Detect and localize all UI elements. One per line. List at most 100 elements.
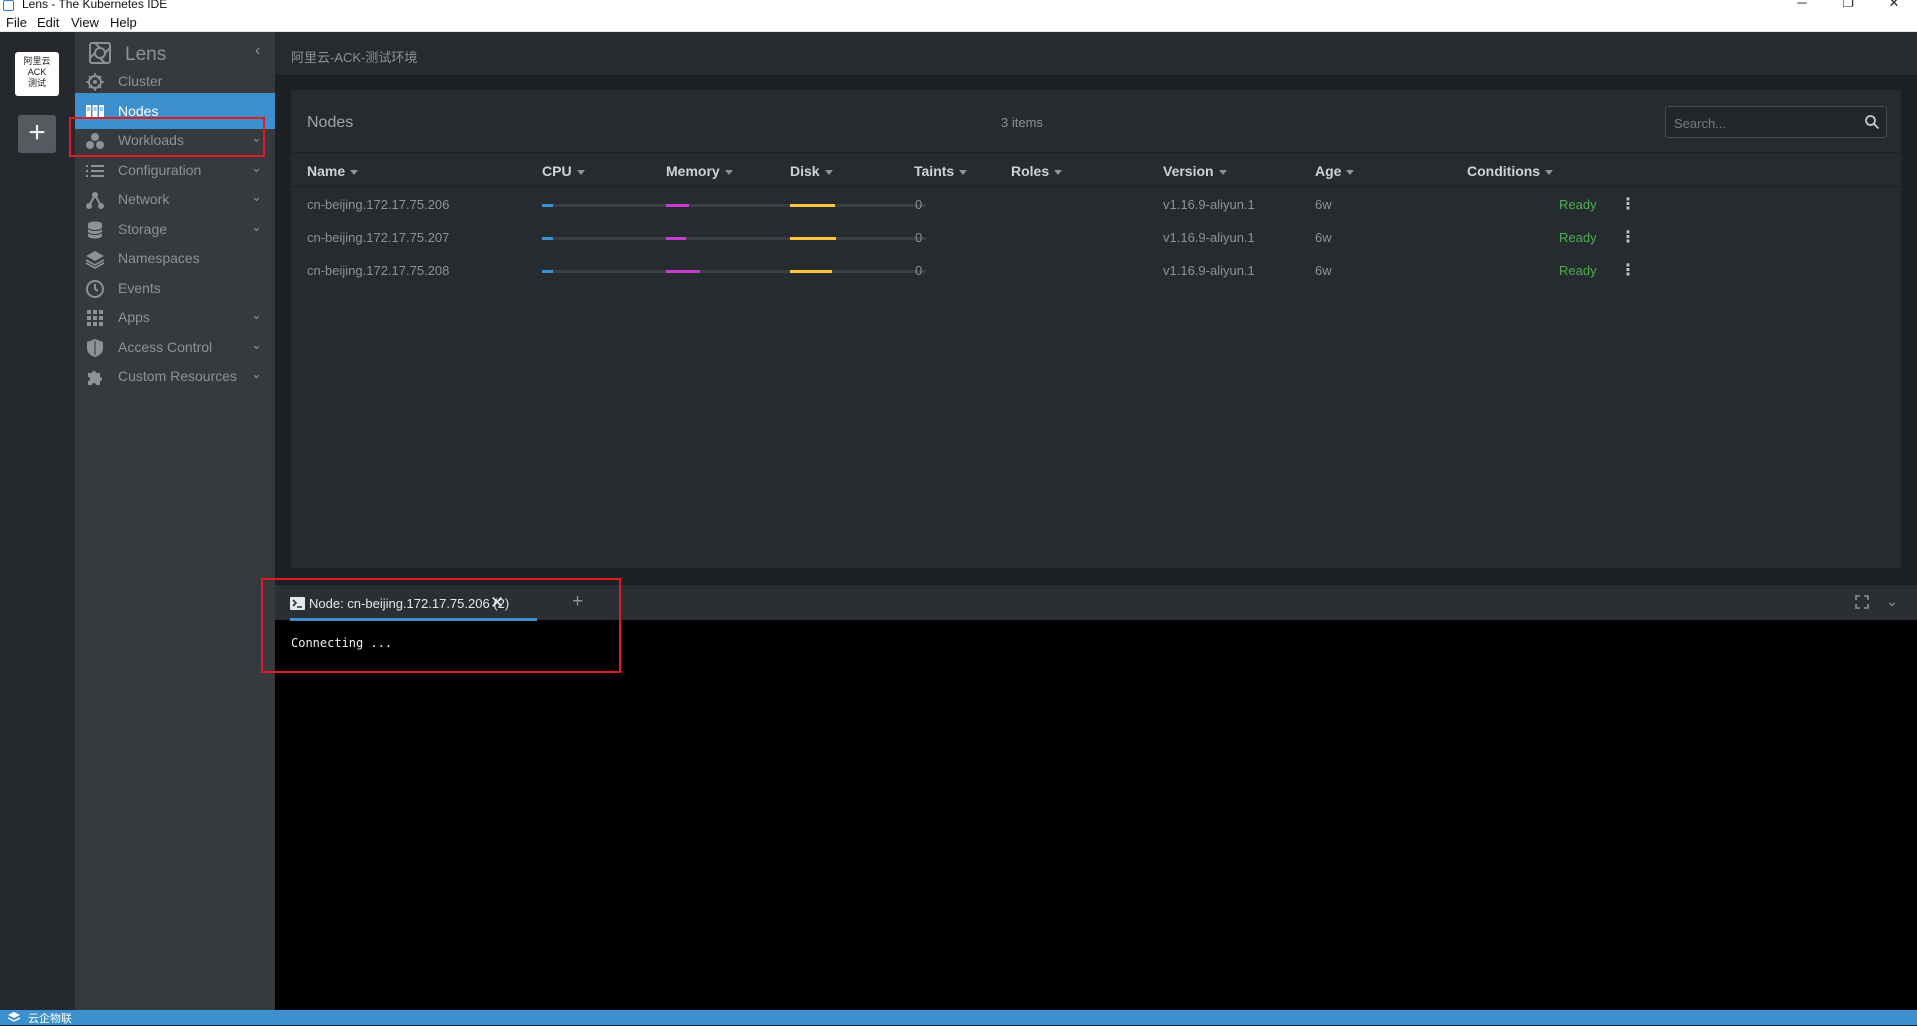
chevron-down-icon: ⌄ [251,130,262,145]
sort-caret-icon [1346,169,1355,175]
maximize-button[interactable]: ❐ [1825,0,1871,9]
fullscreen-icon[interactable] [1855,595,1869,609]
node-condition: Ready [1559,263,1597,278]
cpu-usage-fill [542,237,553,240]
column-header-cpu[interactable]: CPU [542,163,585,179]
page-title: Nodes [307,114,354,131]
menu-view[interactable]: View [71,15,99,30]
cluster-hotbar: 阿里云 ACK 测试 + [0,32,75,1010]
lens-app-icon [3,0,14,11]
window-titlebar: Lens - The Kubernetes IDE ─ ❐ ✕ [0,0,1917,12]
menu-file[interactable]: File [6,15,27,30]
disk-usage-fill [790,237,837,240]
network-icon [86,192,104,209]
node-age: 6w [1315,197,1332,212]
column-header-label: CPU [542,163,572,179]
node-version: v1.16.9-aliyun.1 [1163,263,1255,278]
column-header-memory[interactable]: Memory [666,163,733,179]
column-header-version[interactable]: Version [1163,163,1227,179]
column-header-label: Version [1163,163,1214,179]
node-age: 6w [1315,230,1332,245]
sort-caret-icon [576,169,585,175]
helm-wheel-icon [86,73,104,91]
items-count: 3 items [1001,115,1043,130]
sidebar-item-label: Events [118,280,161,296]
search-box[interactable] [1665,106,1887,138]
sidebar-item-label: Network [118,191,170,207]
cluster-tile[interactable]: 阿里云 ACK 测试 [15,52,59,96]
terminal-icon [290,597,305,610]
chevron-down-icon: ⌄ [251,160,262,175]
cluster-tile-label-line: ACK [27,67,47,77]
table-row[interactable]: cn-beijing.172.17.75.208 0 v1.16.9-aliyu… [291,254,1901,287]
database-icon [87,221,103,239]
chevron-down-icon: ⌄ [251,219,262,234]
close-icon[interactable]: ✕ [490,593,504,613]
shield-icon [87,339,103,357]
workloads-icon [86,133,104,149]
column-header-age[interactable]: Age [1315,163,1355,179]
layers-icon [8,1012,20,1022]
column-header-taints[interactable]: Taints [914,163,968,179]
row-menu-icon[interactable]: ⋮ [1620,229,1636,247]
chevron-down-icon: ⌄ [251,189,262,204]
nodes-icon [86,105,104,119]
table-row[interactable]: cn-beijing.172.17.75.206 0 v1.16.9-aliyu… [291,188,1901,221]
sidebar-item-label: Configuration [118,162,202,178]
chevron-down-icon: ⌄ [251,337,262,352]
puzzle-icon [88,371,102,385]
row-menu-icon[interactable]: ⋮ [1620,196,1636,214]
terminal-tab[interactable]: Node: cn-beijing.172.17.75.206 (2) ✕ [290,585,537,621]
breadcrumb: 阿里云-ACK-测试环境 [275,32,1917,76]
table-header: Name CPU Memory Disk Taints Roles Versio… [291,153,1901,187]
sort-caret-icon [959,169,968,175]
column-header-name[interactable]: Name [307,163,359,179]
main-content: 阿里云-ACK-测试环境 Nodes 3 items Name CPU Memo… [275,32,1917,584]
sidebar: Lens ‹ Cluster Nodes Workloads ⌄ Configu… [75,32,275,1010]
column-header-conditions[interactable]: Conditions [1467,163,1554,179]
new-tab-button[interactable]: + [572,591,583,613]
search-input[interactable] [1674,113,1854,133]
sort-caret-icon [824,169,833,175]
node-version: v1.16.9-aliyun.1 [1163,230,1255,245]
disk-usage-bar [790,237,926,240]
dock-tab-bar: Node: cn-beijing.172.17.75.206 (2) ✕ + ⌄ [275,584,1917,621]
sort-caret-icon [724,169,733,175]
terminal-output[interactable]: Connecting ... [291,636,392,650]
list-icon [86,165,104,177]
status-text: 云企物联 [28,1013,72,1025]
table-row[interactable]: cn-beijing.172.17.75.207 0 v1.16.9-aliyu… [291,221,1901,254]
collapse-sidebar-icon[interactable]: ‹ [255,42,260,60]
cluster-tile-label-line: 阿里云 [23,56,51,66]
column-header-disk[interactable]: Disk [790,163,833,179]
column-header-label: Roles [1011,163,1050,179]
search-icon[interactable] [1864,114,1880,130]
sidebar-item-label: Apps [118,309,150,325]
node-condition: Ready [1559,230,1597,245]
column-header-label: Conditions [1467,163,1541,179]
menu-help[interactable]: Help [110,15,137,30]
chevron-down-icon[interactable]: ⌄ [1886,593,1898,610]
clock-icon [86,280,104,298]
menu-edit[interactable]: Edit [37,15,59,30]
apps-grid-icon [87,310,103,326]
disk-usage-bar [790,204,926,207]
row-menu-icon[interactable]: ⋮ [1620,262,1636,280]
sort-caret-icon [1054,169,1063,175]
column-header-label: Taints [914,163,955,179]
add-cluster-button[interactable]: + [18,115,56,153]
cluster-name: 阿里云-ACK-测试环境 [291,50,418,65]
chevron-down-icon: ⌄ [251,366,262,381]
sidebar-item-custom-resources[interactable]: Custom Resources ⌄ [75,358,275,394]
column-header-roles[interactable]: Roles [1011,163,1063,179]
cluster-tile-label-line: 测试 [27,78,46,88]
column-header-label: Name [307,163,346,179]
sort-caret-icon [350,169,359,175]
disk-usage-fill [790,270,833,273]
disk-usage-fill [790,204,835,207]
memory-usage-bar [666,237,802,240]
lens-logo-icon [89,42,111,64]
minimize-button[interactable]: ─ [1779,0,1825,9]
close-window-button[interactable]: ✕ [1871,0,1917,9]
disk-usage-bar [790,270,926,273]
